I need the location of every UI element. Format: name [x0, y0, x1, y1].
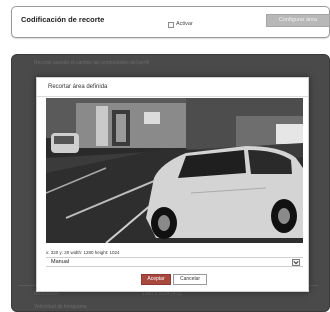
- configure-area-button[interactable]: Configurar área: [266, 14, 330, 27]
- camera-preview[interactable]: [46, 98, 303, 243]
- crop-mode-select[interactable]: Manual: [46, 257, 303, 267]
- dialog-title: Recortar área definida: [48, 84, 108, 90]
- accept-button[interactable]: Aceptar: [141, 274, 171, 285]
- crop-encoding-title: Codificación de recorte: [21, 15, 105, 24]
- screen: Codificación de recorte Activar Configur…: [0, 0, 330, 312]
- framerate-label: Velocidad de fotograma: [34, 304, 87, 310]
- crop-mode-value: Manual: [51, 259, 70, 265]
- chevron-down-icon[interactable]: [292, 259, 300, 266]
- camera-frame-image: [46, 98, 303, 243]
- crop-coordinates: x: 320 y: 20 width: 1280 height: 1024: [46, 250, 120, 255]
- enable-label[interactable]: Activar: [176, 21, 193, 27]
- crop-area-dialog: Recortar área definida x: 320 y: 20 widt…: [36, 77, 309, 292]
- dialog-divider: [37, 96, 308, 97]
- crop-encoding-panel: Codificación de recorte Activar Configur…: [11, 6, 330, 38]
- enable-checkbox[interactable]: [168, 22, 174, 28]
- profile-note: Recorte usando el cambio las propiedades…: [34, 60, 150, 66]
- cancel-button[interactable]: Cancelar: [173, 274, 207, 285]
